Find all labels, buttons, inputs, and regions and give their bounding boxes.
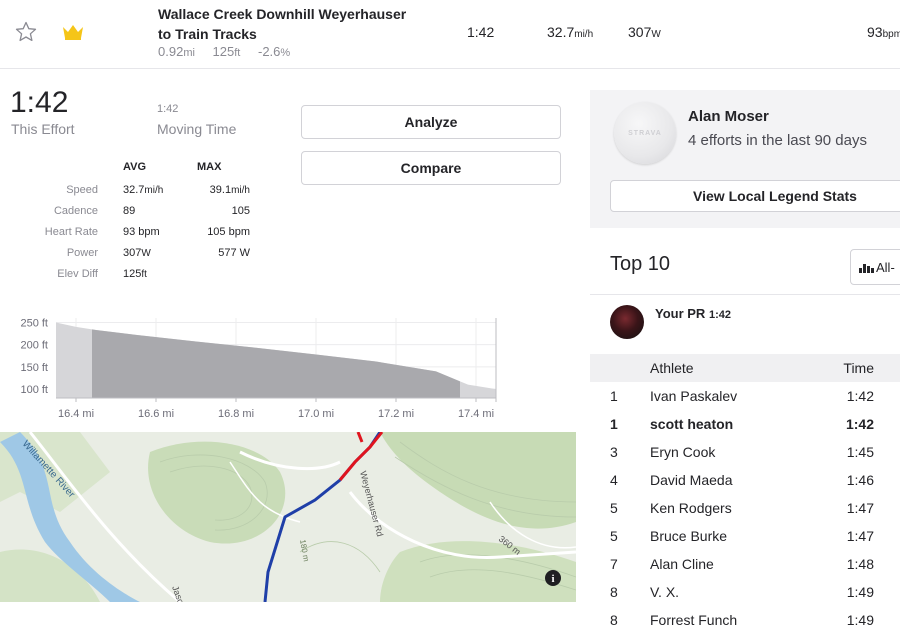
stat-row-elev-diff: Elev Diff 125ft [0,268,260,284]
star-icon[interactable] [14,20,38,44]
y-tick-label: 100 ft [20,384,48,396]
segment-speed: 32.7mi/h [547,24,594,40]
stat-label: Speed [66,184,98,196]
stat-max: 105 [231,205,250,217]
athlete-link[interactable]: David Maeda [650,472,733,488]
athlete-link[interactable]: Eryn Cook [650,444,715,460]
athlete-link[interactable]: Forrest Funch [650,612,737,628]
leaderboard-header: Athlete Time [590,354,900,382]
stat-max: 39.1mi/h [209,184,250,196]
x-tick-label: 17.2 mi [378,408,414,420]
moving-time: 1:42 [157,103,179,115]
moving-time-label: Moving Time [157,121,237,137]
segment-name-line1: Wallace Creek Downhill Weyerhauser [158,6,407,22]
stat-avg: 93 bpm [123,226,160,238]
segment-map[interactable]: Willamette River Weyerhauser Rd 180 m 36… [0,432,576,602]
table-row[interactable]: 8 V. X. 1:49 [590,578,900,606]
segment-elev: 125ft [212,44,241,59]
x-tick-label: 16.8 mi [218,408,254,420]
map-canvas: Willamette River Weyerhauser Rd 180 m 36… [0,432,576,602]
legend-name[interactable]: Alan Moser [688,108,769,125]
legend-avatar[interactable]: STRAVA [614,102,676,164]
y-tick-label: 200 ft [20,340,48,352]
athlete-link[interactable]: Ivan Paskalev [650,388,737,404]
table-row[interactable]: 3 Eryn Cook 1:45 [590,438,900,466]
bar-chart-icon [859,261,874,273]
filter-label: All- [876,259,895,275]
map-road-label: Weyerhauser Rd [358,470,385,538]
y-tick-label: 150 ft [20,362,48,374]
stat-avg: 307W [123,247,151,259]
analyze-button[interactable]: Analyze [301,105,561,139]
x-tick-label: 17.4 mi [458,408,494,420]
segment-name-line2: to Train Tracks [158,26,257,42]
table-row[interactable]: 8 Forrest Funch 1:49 [590,606,900,634]
stat-max: 105 bpm [207,226,250,238]
segment-grade: -2.6% [258,44,291,59]
pr-text: Your PR 1:42 [655,306,731,321]
effort-time-label: This Effort [11,121,75,137]
leaderboard-title: Top 10 [610,253,671,275]
stat-label: Power [66,247,98,259]
map-contour-label-1: 180 m [298,539,311,563]
stat-row-power: Power 307W 577 W [0,247,260,263]
segment-power: 307W [628,24,661,40]
crown-icon [63,25,83,40]
map-road-label-2: Jaso [170,584,186,602]
elevation-chart[interactable]: 16.4 mi 16.6 mi 16.8 mi 17.0 mi 17.2 mi 17.4 … [0,308,500,426]
y-tick-label: 250 ft [20,317,48,329]
legend-avatar-text: STRAVA [628,129,662,137]
col-time: Time [843,360,874,376]
stat-row-cadence: Cadence 89 105 [0,205,260,221]
table-row[interactable]: 1 scott heaton 1:42 [590,410,900,438]
segment-distance: 0.92mi [158,44,195,59]
col-athlete: Athlete [650,360,694,376]
stat-label: Heart Rate [44,226,98,238]
pr-avatar [610,305,644,339]
table-row[interactable]: 5 Bruce Burke 1:47 [590,522,900,550]
compare-button[interactable]: Compare [301,151,561,185]
stat-max: 577 W [218,247,250,259]
stat-label: Elev Diff [57,268,98,280]
x-tick-label: 16.4 mi [58,408,94,420]
segment-time: 1:42 [467,24,495,40]
athlete-link[interactable]: scott heaton [650,416,733,432]
table-row[interactable]: 7 Alan Cline 1:48 [590,550,900,578]
segment-heart-rate: 93bpm [867,24,900,40]
x-tick-label: 17.0 mi [298,408,334,420]
segment-name[interactable]: Wallace Creek Downhill Weyerhauser to Tr… [158,4,418,44]
stat-avg: 89 [123,205,136,217]
local-legend-panel: STRAVA Alan Moser 4 efforts in the last … [590,90,900,228]
athlete-link[interactable]: V. X. [650,584,679,600]
table-row[interactable]: 1 Ivan Paskalev 1:42 [590,382,900,410]
max-header: MAX [197,161,222,173]
table-row[interactable]: 5 Ken Rodgers 1:47 [590,494,900,522]
your-pr-row[interactable]: Your PR 1:42 [590,294,900,354]
athlete-link[interactable]: Bruce Burke [650,528,727,544]
stat-avg: 125ft [123,268,147,280]
segment-meta: 0.92mi 125ft -2.6% [158,44,304,59]
avg-header: AVG [123,161,147,173]
leaderboard-table: Athlete Time 1 Ivan Paskalev 1:42 1 scott h… [590,354,900,634]
map-info-glyph: i [551,573,554,585]
segment-row[interactable]: Wallace Creek Downhill Weyerhauser to Tr… [0,0,900,69]
athlete-link[interactable]: Alan Cline [650,556,714,572]
stat-label: Cadence [53,205,98,217]
elevation-effort-area [92,329,460,398]
x-tick-label: 16.6 mi [138,408,174,420]
legend-efforts: 4 efforts in the last 90 days [688,132,867,149]
stat-row-heart-rate: Heart Rate 93 bpm 105 bpm [0,226,260,242]
athlete-link[interactable]: Ken Rodgers [650,500,732,516]
stat-avg: 32.7mi/h [123,184,164,196]
effort-time: 1:42 [10,86,69,119]
view-local-legend-button[interactable]: View Local Legend Stats [610,180,900,212]
leaderboard-filter-button[interactable]: All- [850,249,900,285]
stat-row-speed: Speed 32.7mi/h 39.1mi/h [0,184,260,200]
table-row[interactable]: 4 David Maeda 1:46 [590,466,900,494]
